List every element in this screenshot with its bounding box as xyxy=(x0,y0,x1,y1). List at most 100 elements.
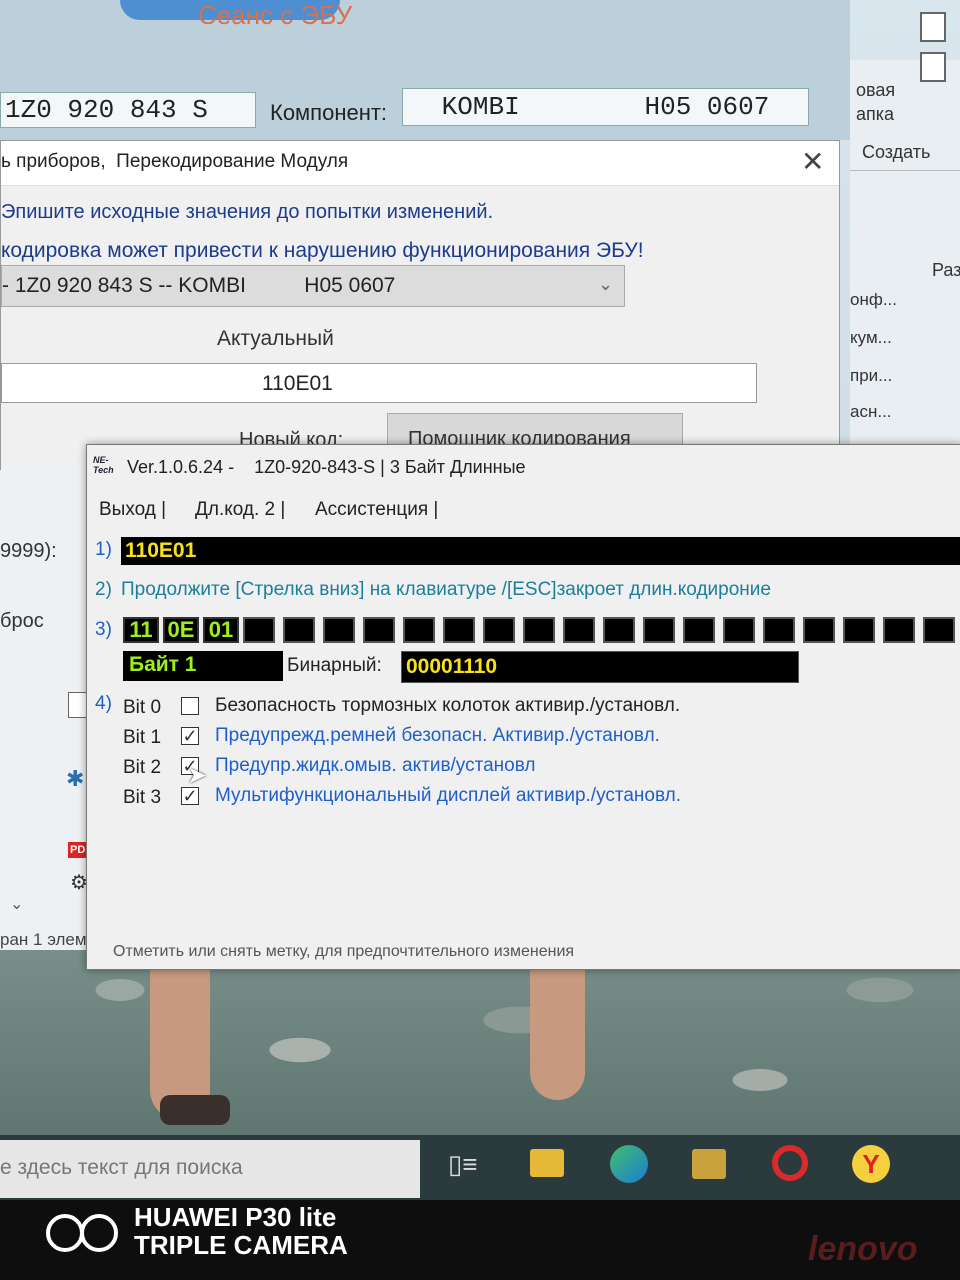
empty-byte-cell[interactable] xyxy=(483,617,515,643)
empty-byte-cell[interactable] xyxy=(723,617,755,643)
file-list-item[interactable]: кум... xyxy=(850,328,892,348)
binary-value: 00001110 xyxy=(406,655,498,678)
bit-0-checkbox[interactable] xyxy=(181,697,199,715)
empty-byte-cell[interactable] xyxy=(883,617,915,643)
file-list-item[interactable]: асн... xyxy=(850,402,892,422)
row-1-number: 1) xyxy=(95,539,112,560)
create-label[interactable]: Создать xyxy=(862,142,930,163)
row-2-number: 2) xyxy=(95,579,112,600)
bit-label: Bit 0 xyxy=(123,697,162,718)
settings-icon: ✱ xyxy=(66,766,85,791)
laptop-brand: lenovo xyxy=(808,1230,918,1268)
bit-description: Предупр.жидк.омыв. актив/установл xyxy=(215,755,536,776)
coding-value-field[interactable]: 110E01 xyxy=(121,537,960,565)
file-explorer-panel: овая апка Создать Раз онф... кум... при.… xyxy=(850,12,960,460)
component-field[interactable]: KOMBI H05 0607 xyxy=(402,88,809,126)
empty-byte-cell[interactable] xyxy=(443,617,475,643)
empty-byte-cell[interactable] xyxy=(283,617,315,643)
menu-exit[interactable]: Выход | xyxy=(99,499,166,521)
bit-label: Bit 1 xyxy=(123,727,162,748)
bit-label: Bit 2 xyxy=(123,757,162,778)
row-4-number: 4) xyxy=(95,693,112,714)
bit-label: Bit 3 xyxy=(123,787,162,808)
warning-line-1: Эпишите исходные значения до попытки изм… xyxy=(1,201,494,223)
empty-byte-cells xyxy=(243,617,960,643)
camera-watermark-logo xyxy=(80,1214,118,1252)
status-hint: Отметить или снять метку, для предпочтит… xyxy=(113,943,575,960)
byte-cell[interactable]: 0E xyxy=(163,617,199,643)
empty-byte-cell[interactable] xyxy=(803,617,835,643)
recoding-dialog: ь приборов, Перекодирование Модуля ✕ Эпи… xyxy=(0,140,840,472)
binary-label: Бинарный: xyxy=(287,655,382,676)
coding-value: 110E01 xyxy=(125,539,197,562)
part-number-field[interactable]: 1Z0 920 843 S xyxy=(0,92,256,128)
status-bar-text: ран 1 элем xyxy=(0,930,87,949)
empty-byte-cell[interactable] xyxy=(643,617,675,643)
bit-1-checkbox[interactable]: ✓ xyxy=(181,727,199,745)
empty-byte-cell[interactable] xyxy=(843,617,875,643)
file-icon xyxy=(68,692,88,718)
chevron-down-icon[interactable]: ⌄ xyxy=(10,894,23,914)
ecu-session-window: Сеанс с ЭБУ 1Z0 920 843 S Компонент: KOM… xyxy=(0,0,850,140)
menu-long-code-2[interactable]: Дл.код. 2 | xyxy=(195,499,285,521)
empty-byte-cell[interactable] xyxy=(363,617,395,643)
task-view-icon[interactable]: ▯≡ xyxy=(448,1149,477,1180)
menu-assistance[interactable]: Ассистенция | xyxy=(315,499,438,521)
reset-label: брос xyxy=(0,610,44,632)
empty-byte-cell[interactable] xyxy=(563,617,595,643)
byte-cells: 11 0E 01 xyxy=(121,615,960,645)
file-explorer-icon[interactable] xyxy=(530,1149,564,1177)
file-list-item[interactable]: онф... xyxy=(850,290,897,310)
empty-byte-cell[interactable] xyxy=(243,617,275,643)
laptop-bezel: HUAWEI P30 lite TRIPLE CAMERA lenovo xyxy=(0,1200,960,1280)
actual-code-label: Актуальный xyxy=(217,327,334,350)
document-icon xyxy=(920,12,946,42)
byte-cell[interactable]: 01 xyxy=(203,617,239,643)
bit-description: Предупрежд.ремней безопасн. Активир./уст… xyxy=(215,725,660,746)
actual-code-value: 110E01 xyxy=(262,372,333,395)
search-placeholder: е здесь текст для поиска xyxy=(0,1156,243,1179)
close-icon[interactable]: ✕ xyxy=(801,145,824,178)
empty-byte-cell[interactable] xyxy=(603,617,635,643)
actual-code-field[interactable]: 110E01 xyxy=(1,363,757,403)
ecu-window-title: Сеанс с ЭБУ xyxy=(198,0,353,30)
warning-line-2: кодировка может привести к нарушению фун… xyxy=(1,239,644,262)
module-select-value: - 1Z0 920 843 S -- KOMBI H05 0607 xyxy=(2,274,396,297)
camera-brand: HUAWEI P30 lite xyxy=(134,1202,337,1232)
range-label: 9999): xyxy=(0,540,57,562)
column-header-size[interactable]: Раз xyxy=(932,260,960,281)
file-list-item[interactable]: при... xyxy=(850,366,892,386)
byte-label-box: Байт 1 xyxy=(123,651,283,681)
taskbar-search-box[interactable]: е здесь текст для поиска xyxy=(0,1140,420,1198)
edge-icon[interactable] xyxy=(610,1145,648,1183)
empty-byte-cell[interactable] xyxy=(523,617,555,643)
long-coding-helper-dialog: NE-Tech Ver.1.0.6.24 - 1Z0-920-843-S | 3… xyxy=(86,444,960,970)
divider xyxy=(850,170,960,171)
instruction-text: Продолжите [Стрелка вниз] на клавиатуре … xyxy=(121,579,771,600)
binary-value-field[interactable]: 00001110 xyxy=(401,651,799,683)
store-icon[interactable] xyxy=(692,1149,726,1179)
app-logo: NE-Tech xyxy=(93,455,114,475)
empty-byte-cell[interactable] xyxy=(763,617,795,643)
recoding-dialog-title: ь приборов, Перекодирование Модуля xyxy=(1,151,349,172)
bit-description: Мультифункциональный дисплей активир./ус… xyxy=(215,785,682,806)
empty-byte-cell[interactable] xyxy=(923,617,955,643)
new-file-icon xyxy=(920,52,946,82)
row-3-number: 3) xyxy=(95,619,112,640)
empty-byte-cell[interactable] xyxy=(403,617,435,643)
byte-cell[interactable]: 11 xyxy=(123,617,159,643)
empty-byte-cell[interactable] xyxy=(323,617,355,643)
byte-label: Байт 1 xyxy=(129,653,197,676)
new-folder-label[interactable]: овая xyxy=(856,80,895,101)
camera-watermark-logo xyxy=(46,1214,84,1252)
yandex-icon[interactable]: Y xyxy=(852,1145,890,1183)
bit-description: Безопасность тормозных колоток активир./… xyxy=(215,695,681,716)
chevron-down-icon[interactable]: ⌄ xyxy=(598,274,613,295)
background-window-side: 9999): брос ✱ PDF ⚙ ⌄ ран 1 элем xyxy=(0,470,100,950)
module-select[interactable]: - 1Z0 920 843 S -- KOMBI H05 0607 ⌄ xyxy=(1,265,625,307)
component-label: Компонент: xyxy=(270,100,388,125)
empty-byte-cell[interactable] xyxy=(683,617,715,643)
opera-icon[interactable] xyxy=(772,1145,808,1181)
wallpaper-shoe xyxy=(160,1095,230,1125)
new-folder-label-2[interactable]: апка xyxy=(856,104,894,125)
